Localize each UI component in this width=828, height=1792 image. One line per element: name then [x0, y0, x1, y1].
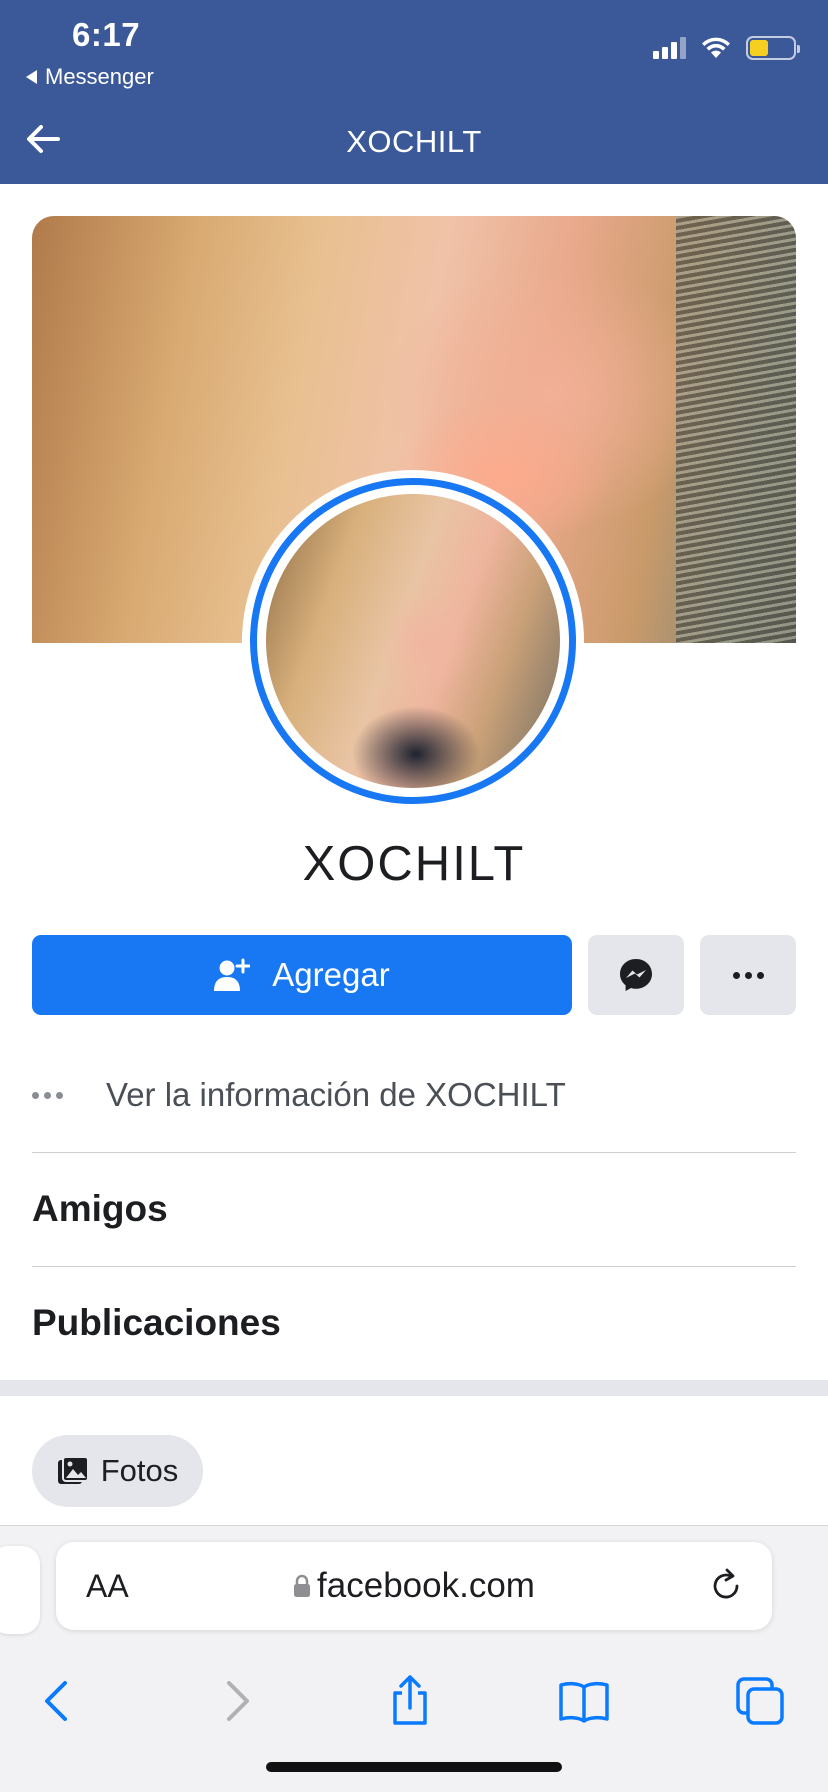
wifi-icon	[702, 37, 730, 58]
back-app-label: Messenger	[45, 64, 154, 89]
friends-section-title[interactable]: Amigos	[32, 1188, 168, 1230]
lock-icon	[294, 1574, 311, 1597]
browser-nav	[0, 1651, 828, 1761]
avatar-photo	[266, 494, 560, 788]
messenger-button[interactable]	[588, 935, 684, 1015]
section-separator	[0, 1380, 828, 1396]
back-chevron-icon[interactable]	[32, 1675, 84, 1727]
posts-section-title[interactable]: Publicaciones	[32, 1302, 281, 1344]
profile-name: XOCHILT	[302, 837, 526, 891]
see-info-text: Ver la información de XOCHILT	[106, 1076, 566, 1113]
back-triangle-icon	[26, 70, 37, 84]
photos-icon	[57, 1456, 89, 1484]
share-icon[interactable]	[384, 1675, 436, 1727]
battery-icon	[746, 36, 800, 60]
more-options-button[interactable]	[700, 935, 796, 1015]
home-indicator[interactable]	[266, 1762, 562, 1772]
browser-toolbar: AA facebook.com	[0, 1525, 828, 1792]
back-to-messenger[interactable]: Messenger	[26, 64, 154, 90]
reload-icon[interactable]	[706, 1566, 746, 1606]
more-dots-icon	[732, 971, 764, 979]
status-time: 6:17	[72, 16, 141, 53]
bookmarks-icon[interactable]	[558, 1675, 610, 1727]
messenger-icon	[620, 959, 652, 991]
divider	[32, 1152, 796, 1153]
previous-tab-peek[interactable]	[0, 1546, 40, 1634]
url-text: facebook.com	[317, 1566, 535, 1605]
nav-header: XOCHILT	[0, 94, 828, 184]
tabs-icon[interactable]	[734, 1675, 786, 1727]
add-friend-button[interactable]: Agregar	[32, 935, 572, 1015]
cellular-signal-icon	[653, 37, 686, 59]
address-bar[interactable]: AA facebook.com	[56, 1542, 772, 1630]
forward-chevron-icon[interactable]	[210, 1675, 262, 1727]
profile-avatar[interactable]	[242, 470, 584, 812]
page-title: XOCHILT	[346, 124, 482, 159]
divider	[32, 1266, 796, 1267]
status-icons	[653, 36, 800, 60]
story-ring	[250, 478, 576, 804]
url-display[interactable]: facebook.com	[56, 1566, 772, 1606]
ellipsis-icon	[32, 1091, 106, 1099]
add-friend-icon	[214, 958, 251, 991]
see-info-row[interactable]: Ver la información de XOCHILT	[32, 1070, 796, 1120]
add-friend-label: Agregar	[272, 956, 390, 993]
photos-chip[interactable]: Fotos	[32, 1435, 203, 1507]
photos-label: Fotos	[100, 1453, 179, 1488]
status-bar: 6:17 Messenger	[0, 0, 828, 94]
